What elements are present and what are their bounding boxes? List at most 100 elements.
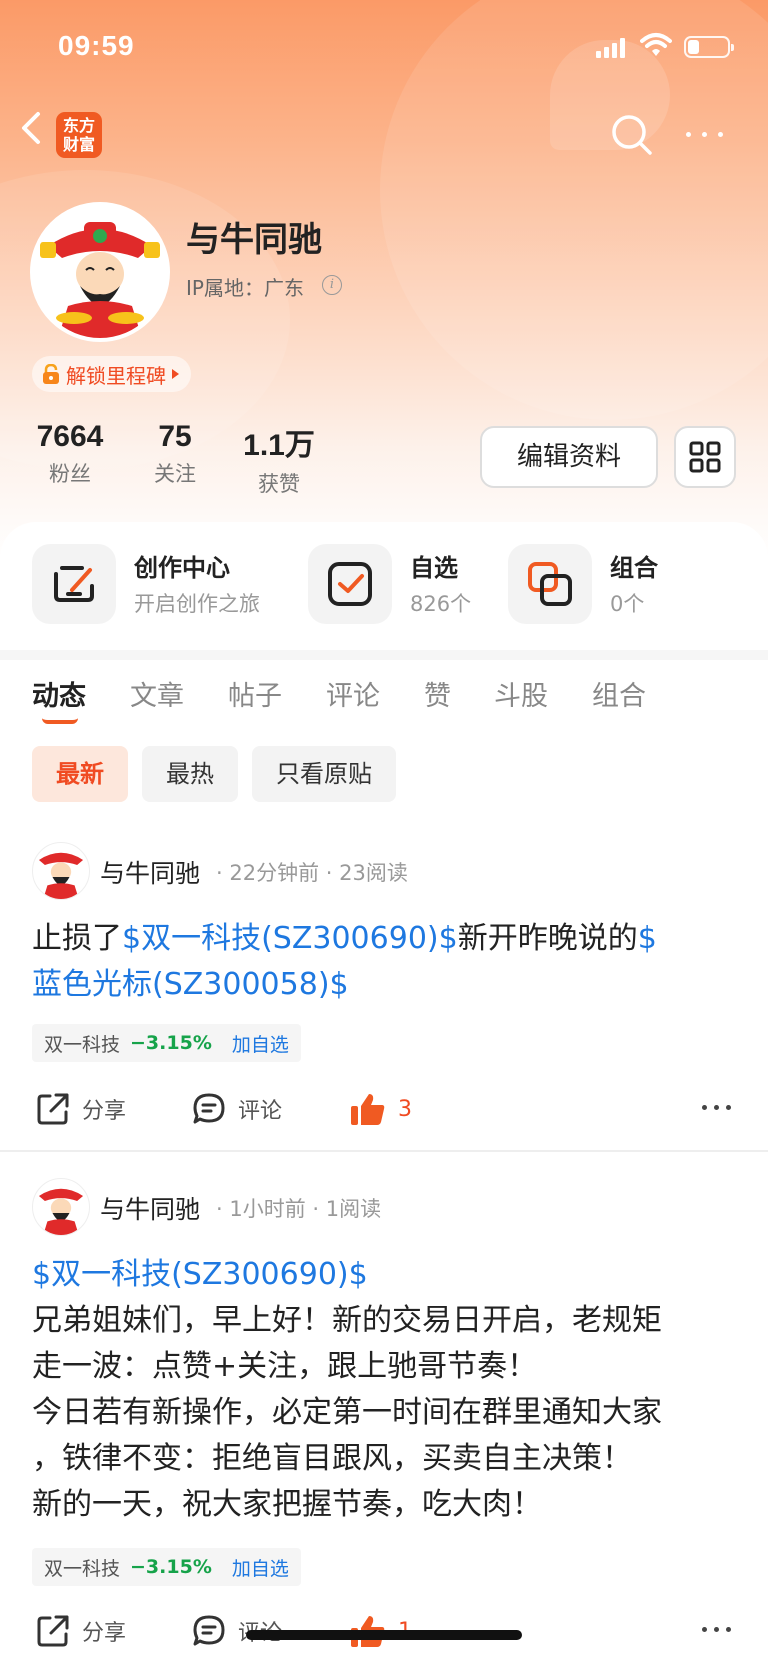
- more-horizontal-icon[interactable]: [700, 1096, 734, 1120]
- stock-tag[interactable]: 双一科技 −3.15% 加自选: [32, 1548, 301, 1586]
- tab-likes[interactable]: 赞: [424, 674, 451, 713]
- post-text: 今日若有新操作，必定第一时间在群里通知大家: [32, 1395, 662, 1430]
- stock-link[interactable]: $双一科技(SZ300690)$: [122, 921, 458, 956]
- milestone-label: 解锁里程碑: [66, 363, 166, 388]
- search-icon[interactable]: [610, 113, 654, 157]
- post-text: 止损了: [32, 921, 122, 956]
- section-divider: [0, 650, 768, 660]
- lock-icon: [43, 364, 59, 384]
- stat-label: 粉丝: [49, 462, 91, 486]
- more-horizontal-icon[interactable]: [682, 122, 728, 146]
- create-edit-icon: [32, 544, 116, 624]
- tool-subtitle: 826个: [410, 592, 472, 616]
- add-watchlist-button[interactable]: 加自选: [232, 1030, 289, 1057]
- stat-following[interactable]: 75 关注: [144, 420, 206, 488]
- stock-name: 双一科技: [44, 1557, 121, 1580]
- status-time: 09:59: [58, 30, 135, 61]
- qr-code-button[interactable]: [674, 426, 736, 488]
- tool-subtitle: 开启创作之旅: [134, 592, 260, 616]
- more-horizontal-icon[interactable]: [700, 1618, 734, 1642]
- post-text: 走一波：点赞+关注，跟上驰哥节奏！: [32, 1349, 538, 1384]
- stock-link[interactable]: $: [638, 921, 657, 956]
- tool-title: 自选: [410, 554, 458, 582]
- post-text: 新的一天，祝大家把握节奏，吃大肉！: [32, 1487, 542, 1522]
- stat-label: 关注: [154, 462, 196, 486]
- tools-card: 创作中心 开启创作之旅 自选 826个 组合 0个: [0, 522, 768, 650]
- post-author[interactable]: 与牛同驰: [100, 854, 200, 890]
- like-count: 3: [398, 1096, 412, 1122]
- signal-icon: [596, 36, 628, 58]
- ip-location: IP属地：广东: [186, 276, 304, 300]
- chevron-left-icon[interactable]: [16, 108, 46, 148]
- tab-stock-battle[interactable]: 斗股: [494, 674, 548, 713]
- stock-link[interactable]: $双一科技(SZ300690)$: [32, 1257, 368, 1292]
- post-text: 兄弟姐妹们，早上好！新的交易日开启，老规矩: [32, 1303, 662, 1338]
- wifi-icon: [640, 33, 672, 56]
- home-indicator[interactable]: [246, 1630, 522, 1640]
- filter-original-only[interactable]: 只看原贴: [252, 746, 396, 802]
- comment-icon: [193, 1615, 225, 1646]
- battery-icon: [684, 36, 734, 58]
- caret-right-icon: [172, 369, 179, 379]
- active-tab-indicator: [42, 718, 78, 724]
- stat-likes[interactable]: 1.1万 获赞: [238, 420, 320, 498]
- status-bar: 09:59: [0, 0, 768, 96]
- stock-name: 双一科技: [44, 1033, 121, 1056]
- share-button[interactable]: 分享: [36, 1606, 126, 1656]
- stock-link[interactable]: 蓝色光标(SZ300058)$: [32, 967, 349, 1002]
- tab-portfolio[interactable]: 组合: [592, 674, 646, 713]
- comment-label: 评论: [238, 1099, 283, 1124]
- avatar[interactable]: [32, 842, 90, 900]
- checkbox-icon: [308, 544, 392, 624]
- milestone-button[interactable]: 解锁里程碑: [32, 356, 191, 392]
- share-label: 分享: [82, 1099, 127, 1124]
- tab-articles[interactable]: 文章: [130, 674, 184, 713]
- post-content: 止损了$双一科技(SZ300690)$新开昨晚说的$ 蓝色光标(SZ300058…: [32, 916, 742, 1008]
- avatar[interactable]: [32, 1178, 90, 1236]
- tab-dynamics[interactable]: 动态: [32, 674, 86, 713]
- stat-label: 获赞: [258, 472, 300, 496]
- post-text: 新开昨晚说的: [457, 921, 638, 956]
- stock-change: −3.15%: [130, 1032, 212, 1054]
- post-meta: · 22分钟前 · 23阅读: [216, 861, 408, 885]
- tool-title: 创作中心: [134, 554, 230, 582]
- comment-icon: [193, 1093, 225, 1124]
- tool-watchlist[interactable]: 自选 826个: [308, 544, 488, 624]
- post-divider: [0, 1150, 768, 1152]
- app-logo: 东方 财富: [56, 112, 102, 158]
- post-author[interactable]: 与牛同驰: [100, 1190, 200, 1226]
- tab-comments[interactable]: 评论: [326, 674, 380, 713]
- post-meta: · 1小时前 · 1阅读: [216, 1197, 382, 1221]
- post-header: 与牛同驰 · 22分钟前 · 23阅读: [32, 842, 732, 902]
- tool-creator-center[interactable]: 创作中心 开启创作之旅: [32, 544, 282, 624]
- avatar[interactable]: [30, 202, 170, 342]
- share-button[interactable]: 分享: [36, 1084, 126, 1134]
- comment-button[interactable]: 评论: [192, 1084, 282, 1134]
- share-icon: [37, 1615, 69, 1647]
- tool-portfolio[interactable]: 组合 0个: [508, 544, 688, 624]
- tab-posts[interactable]: 帖子: [228, 674, 282, 713]
- god-of-wealth-avatar: [34, 206, 166, 338]
- stock-tag[interactable]: 双一科技 −3.15% 加自选: [32, 1024, 301, 1062]
- qr-code-icon: [689, 441, 721, 473]
- stat-fans[interactable]: 7664 粉丝: [30, 420, 110, 488]
- filter-hottest[interactable]: 最热: [142, 746, 238, 802]
- post-text: ，铁律不变：拒绝盲目跟风，买卖自主决策！: [32, 1441, 632, 1476]
- stock-change: −3.15%: [130, 1556, 212, 1578]
- filter-latest[interactable]: 最新: [32, 746, 128, 802]
- add-watchlist-button[interactable]: 加自选: [232, 1554, 289, 1581]
- post-actions: 分享 评论 3: [0, 1084, 768, 1134]
- edit-profile-button[interactable]: 编辑资料: [480, 426, 658, 488]
- post-card: 与牛同驰 · 1小时前 · 1阅读 $双一科技(SZ300690)$ 兄弟姐妹们…: [0, 1178, 768, 1663]
- thumbs-up-icon: [351, 1094, 385, 1125]
- share-icon: [37, 1093, 69, 1125]
- like-button[interactable]: 3: [350, 1084, 412, 1134]
- profile-name: 与牛同驰: [186, 220, 322, 260]
- share-label: 分享: [82, 1621, 127, 1646]
- portfolio-icon: [508, 544, 592, 624]
- post-content: $双一科技(SZ300690)$ 兄弟姐妹们，早上好！新的交易日开启，老规矩 走…: [32, 1252, 742, 1528]
- info-icon[interactable]: i: [322, 275, 342, 295]
- stat-value: 7664: [36, 420, 104, 453]
- tool-subtitle: 0个: [610, 592, 645, 616]
- stat-value: 75: [158, 420, 192, 453]
